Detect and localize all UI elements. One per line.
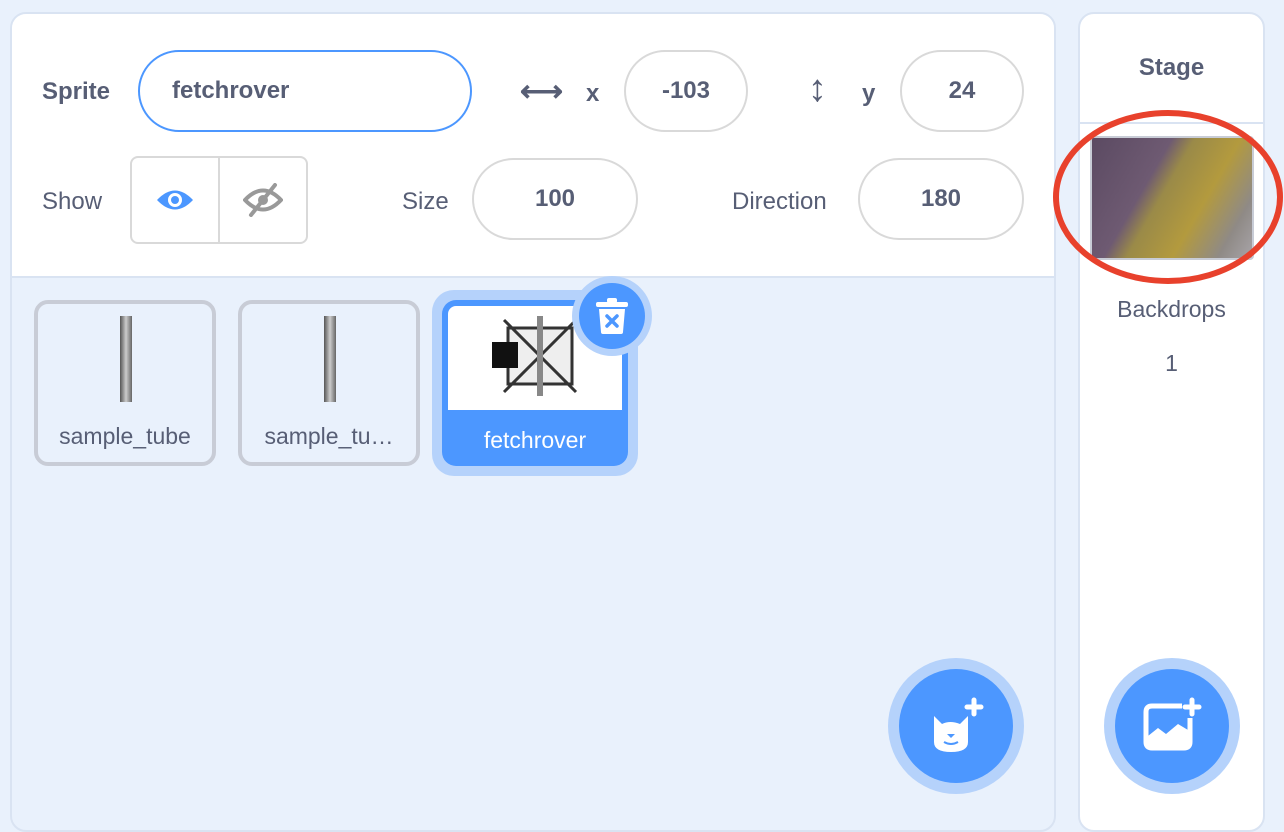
show-toggle-group <box>130 156 308 244</box>
direction-label: Direction <box>732 188 827 215</box>
size-input[interactable]: 100 <box>472 158 638 240</box>
annotation-circle <box>1053 110 1283 284</box>
sprite-thumbnail <box>120 316 132 402</box>
direction-input[interactable]: 180 <box>858 158 1024 240</box>
eye-slash-icon <box>243 183 283 217</box>
sprite-label: Sprite <box>42 78 111 105</box>
sprite-info: Sprite fetchrover ⟷ x -103 ↕ y 24 Show S… <box>12 14 1054 278</box>
delete-sprite-button[interactable] <box>572 276 652 356</box>
sprite-pane: Sprite fetchrover ⟷ x -103 ↕ y 24 Show S… <box>10 12 1056 832</box>
sprite-tile[interactable]: sample_tube <box>34 300 216 466</box>
cat-plus-icon <box>934 697 984 752</box>
sprite-tile-name: sample_tu… <box>264 423 394 449</box>
x-input[interactable]: -103 <box>624 50 748 132</box>
show-button[interactable] <box>132 158 220 242</box>
sprite-tile[interactable]: sample_tu… <box>238 300 420 466</box>
sprite-name-input[interactable]: fetchrover <box>138 50 472 132</box>
y-input[interactable]: 24 <box>900 50 1024 132</box>
choose-sprite-button[interactable] <box>888 658 1024 794</box>
choose-backdrop-button[interactable] <box>1104 658 1240 794</box>
trash-icon <box>596 298 628 334</box>
show-label: Show <box>42 188 103 215</box>
backdrop-plus-icon <box>1143 697 1202 751</box>
x-label: x <box>586 80 600 107</box>
eye-icon <box>157 190 193 210</box>
x-arrows-icon: ⟷ <box>520 75 564 108</box>
backdrops-label: Backdrops <box>1117 296 1226 322</box>
sprite-tile-name: sample_tube <box>59 423 191 449</box>
backdrops-count: 1 <box>1165 350 1178 376</box>
y-arrows-icon: ↕ <box>808 68 827 110</box>
y-label: y <box>862 80 876 107</box>
sprite-tile-name: fetchrover <box>483 427 587 453</box>
sprite-thumbnail <box>324 316 336 402</box>
size-label: Size <box>402 188 449 215</box>
hide-button[interactable] <box>220 158 306 242</box>
